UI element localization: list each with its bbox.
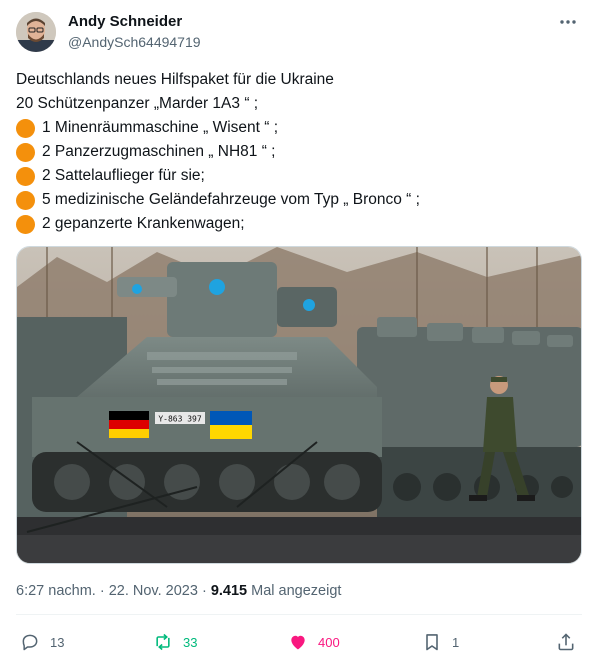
like-count: 400 [318,634,340,650]
more-horizontal-icon[interactable] [556,10,580,34]
tweet-line: 20 Schützenpanzer „Marder 1A3 “ ; [16,95,259,112]
tweet-list-item: 2 Panzerzugmaschinen „ NH81 “ ; [16,140,576,164]
orange-circle-icon [16,166,35,186]
orange-circle-icon [16,190,35,210]
tweet-time[interactable]: 6:27 nachm. [16,583,96,599]
tweet-item-text: 2 Panzerzugmaschinen „ NH81 “ ; [42,143,276,160]
retweet-icon [156,633,170,651]
views-count: 9.415 [210,583,248,599]
tweet-item-text: 2 Sattelauflieger für sie; [42,167,205,184]
orange-circle-icon [16,142,35,162]
plate-text: Y-863 397 [158,415,202,424]
action-bar: 13 33 400 1 [16,626,582,658]
reply-icon [22,634,38,651]
meta-separator: · [95,583,109,599]
share-button[interactable] [556,626,586,658]
orange-circle-icon [16,118,35,138]
tweet-text: Deutschlands neues Hilfspaket für die Uk… [16,68,576,236]
bookmark-button[interactable]: 1 [422,626,459,658]
tweet-meta: 6:27 nachm. · 22. Nov. 2023 · 9.415 Mal … [16,583,341,599]
divider [16,614,582,615]
bookmark-icon [426,634,438,651]
author-name[interactable]: Andy Schneider [68,13,182,30]
avatar[interactable] [16,12,56,52]
tweet-list-item: 1 Minenräummaschine „ Wisent “ ; [16,116,576,140]
bookmark-count: 1 [452,634,460,650]
tweet-media-image[interactable]: Y-863 397 [16,246,582,564]
tweet-item-text: 2 gepanzerte Krankenwagen; [42,215,245,232]
views-label: Mal angezeigt [247,583,342,599]
tweet-item-text: 1 Minenräummaschine „ Wisent “ ; [42,119,279,136]
like-button[interactable]: 400 [288,626,340,658]
reply-button[interactable]: 13 [20,626,64,658]
heart-icon [291,635,305,650]
tweet: Andy Schneider @AndySch64494719 Deutschl… [0,0,598,666]
tweet-list-item: 2 Sattelauflieger für sie; [16,164,576,188]
share-icon [558,633,574,651]
orange-circle-icon [16,214,35,234]
reply-count: 13 [50,634,65,650]
retweet-button[interactable]: 33 [153,626,197,658]
tweet-list-item: 5 medizinische Geländefahrzeuge vom Typ … [16,188,576,212]
tweet-list-item: 2 gepanzerte Krankenwagen; [16,212,576,236]
tweet-line: Deutschlands neues Hilfspaket für die Uk… [16,71,334,88]
author-handle[interactable]: @AndySch64494719 [68,34,201,50]
tweet-date[interactable]: 22. Nov. 2023 [109,583,198,599]
tweet-item-text: 5 medizinische Geländefahrzeuge vom Typ … [42,191,420,208]
meta-separator: · [197,583,211,599]
retweet-count: 33 [183,634,198,650]
